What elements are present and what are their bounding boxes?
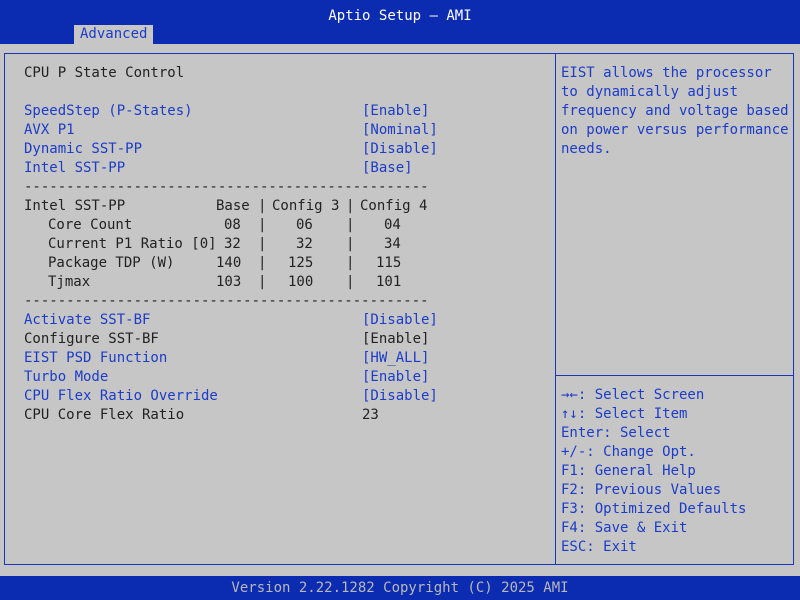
- separator-line: ----------------------------------------…: [24, 179, 429, 195]
- setting-value: [Enable]: [362, 331, 430, 347]
- separator-line: ----------------------------------------…: [24, 293, 429, 309]
- setting-speedstep[interactable]: SpeedStep (P-States) [Enable]: [24, 102, 429, 121]
- key-help-item: Enter: Select: [561, 425, 671, 441]
- setting-value[interactable]: [Disable]: [362, 387, 438, 406]
- setting-label: Configure SST-BF: [24, 331, 159, 347]
- setting-label: CPU Flex Ratio Override: [24, 388, 218, 404]
- section-title: CPU P State Control: [24, 65, 185, 81]
- setting-value[interactable]: [Enable]: [362, 368, 429, 387]
- table-row: Package TDP (W) 140 | 125 | 115: [48, 255, 402, 271]
- help-text: EIST allows the processor to dynamically…: [561, 65, 789, 157]
- window-title: Aptio Setup – AMI: [328, 8, 472, 24]
- help-divider: [556, 375, 794, 376]
- table-row: Core Count 08 | 06 | 04: [48, 217, 401, 233]
- setting-intel-sst-pp[interactable]: Intel SST-PP [Base]: [24, 159, 413, 178]
- setting-label: EIST PSD Function: [24, 350, 168, 366]
- setting-label: SpeedStep (P-States): [24, 103, 193, 119]
- sst-table-header: Intel SST-PP Base | Config 3 | Config 4: [24, 198, 428, 214]
- setting-value: 23: [362, 407, 379, 423]
- setting-avx-p1[interactable]: AVX P1 [Nominal]: [24, 121, 438, 140]
- setting-label: Dynamic SST-PP: [24, 141, 143, 157]
- setting-cpu-core-flex-ratio: CPU Core Flex Ratio 23: [24, 406, 379, 425]
- version-text: Version 2.22.1282 Copyright (C) 2025 AMI: [231, 580, 569, 596]
- key-help-list: →←: Select Screen ↑↓: Select Item Enter:…: [561, 386, 791, 557]
- setting-value[interactable]: [Enable]: [362, 102, 429, 121]
- key-help-item: ↑↓: Select Item: [561, 406, 688, 422]
- setting-label: Turbo Mode: [24, 369, 109, 385]
- setting-configure-sst-bf: Configure SST-BF [Enable]: [24, 330, 429, 349]
- table-row: Tjmax 103 | 100 | 101: [48, 274, 402, 290]
- setting-dynamic-sst-pp[interactable]: Dynamic SST-PP [Disable]: [24, 140, 438, 159]
- key-help-item: F1: General Help: [561, 463, 696, 479]
- key-help-item: F3: Optimized Defaults: [561, 501, 747, 517]
- setting-eist-psd-function[interactable]: EIST PSD Function [HW_ALL]: [24, 349, 429, 368]
- setting-label: Intel SST-PP: [24, 160, 126, 176]
- setting-value[interactable]: [Disable]: [362, 311, 438, 330]
- setting-value[interactable]: [Base]: [362, 159, 413, 178]
- setting-value[interactable]: [HW_ALL]: [362, 349, 429, 368]
- key-help-item: →←: Select Screen: [561, 387, 705, 403]
- setting-activate-sst-bf[interactable]: Activate SST-BF [Disable]: [24, 311, 438, 330]
- panel-divider: [555, 53, 556, 565]
- setting-cpu-flex-ratio-override[interactable]: CPU Flex Ratio Override [Disable]: [24, 387, 438, 406]
- setting-value[interactable]: [Disable]: [362, 140, 438, 159]
- tab-advanced[interactable]: Advanced: [74, 25, 154, 44]
- setting-label: AVX P1: [24, 122, 75, 138]
- setting-turbo-mode[interactable]: Turbo Mode [Enable]: [24, 368, 429, 387]
- key-help-item: F2: Previous Values: [561, 482, 722, 498]
- key-help-item: +/-: Change Opt.: [561, 444, 696, 460]
- setting-label: Activate SST-BF: [24, 312, 151, 328]
- setting-label: CPU Core Flex Ratio: [24, 407, 185, 423]
- key-help-item: F4: Save & Exit: [561, 520, 688, 536]
- key-help-item: ESC: Exit: [561, 539, 637, 555]
- setting-value[interactable]: [Nominal]: [362, 121, 438, 140]
- table-row: Current P1 Ratio [0] 32 | 32 | 34: [48, 236, 401, 252]
